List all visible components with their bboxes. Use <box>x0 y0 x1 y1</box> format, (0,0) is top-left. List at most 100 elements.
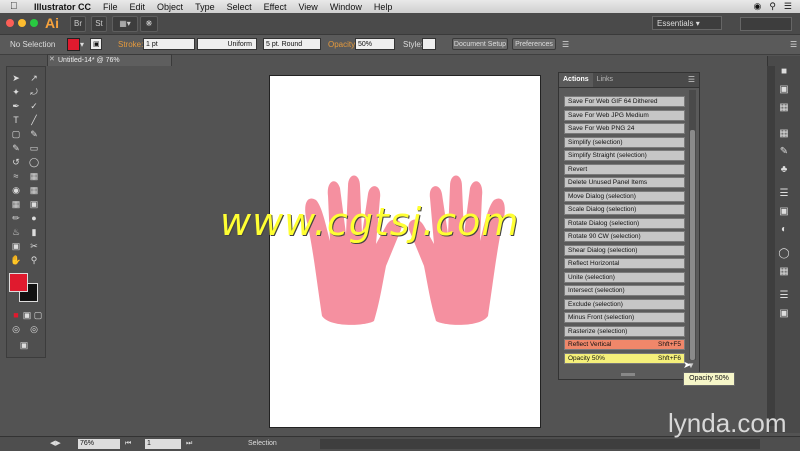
action-item[interactable]: Minus Front (selection) <box>564 312 685 323</box>
brush-definition-dropdown[interactable]: 5 pt. Round <box>263 38 321 50</box>
action-item[interactable]: Unite (selection) <box>564 271 685 283</box>
color-panel-icon[interactable]: ■ <box>778 66 790 78</box>
layers-panel-icon[interactable]: ☰ <box>778 290 790 302</box>
control-bar-menu-icon[interactable]: ☰ <box>790 38 797 51</box>
bridge-button[interactable]: Br <box>70 16 86 32</box>
color-guide-icon[interactable]: ▣ <box>778 84 790 96</box>
action-item[interactable]: Scale Dialog (selection) <box>564 204 685 215</box>
tab-actions[interactable]: Actions <box>559 73 593 87</box>
magic-wand-tool-icon[interactable]: ✦ <box>9 86 23 98</box>
perspective-grid-tool-icon[interactable]: ▦ <box>27 184 41 196</box>
pen-tool-icon[interactable]: ✒ <box>9 100 23 112</box>
minimize-window-button[interactable] <box>18 19 26 27</box>
mesh-tool-icon[interactable]: ▦ <box>9 198 23 210</box>
eyedropper-tool-icon[interactable]: ✏ <box>9 212 23 224</box>
free-transform-tool-icon[interactable]: ▦ <box>27 170 41 182</box>
vertical-scrollbar[interactable] <box>767 66 775 426</box>
menu-object[interactable]: Object <box>157 2 183 12</box>
document-setup-button[interactable]: Document Setup <box>452 38 508 50</box>
graphic-style-swatch[interactable] <box>422 38 436 50</box>
shape-builder-tool-icon[interactable]: ◉ <box>9 184 23 196</box>
lasso-tool-icon[interactable]: ⤾ <box>27 86 41 98</box>
curvature-tool-icon[interactable]: ✓ <box>27 100 41 112</box>
stock-button[interactable]: St <box>91 16 107 32</box>
align-options-icon[interactable]: ☰ <box>562 38 569 51</box>
action-item[interactable]: Save For Web GIF 64 Dithered <box>564 96 685 107</box>
draw-normal-icon[interactable]: ◎ <box>9 323 23 335</box>
menu-file[interactable]: File <box>103 2 118 12</box>
artboard-tool-icon[interactable]: ▣ <box>9 240 23 252</box>
action-item[interactable]: Save For Web JPG Medium <box>564 109 685 121</box>
fill-dropdown-icon[interactable]: ▾ <box>80 38 84 51</box>
fill-color-swatch[interactable] <box>9 273 28 292</box>
action-item[interactable]: Simplify Straight (selection) <box>564 150 685 161</box>
action-item[interactable]: Save For Web PNG 24 <box>564 123 685 134</box>
width-tool-icon[interactable]: ≈ <box>9 170 23 182</box>
menu-view[interactable]: View <box>298 2 317 12</box>
artboards-panel-icon[interactable]: ▣ <box>778 308 790 320</box>
symbol-sprayer-tool-icon[interactable]: ♨ <box>9 226 23 238</box>
symbols-panel-icon[interactable]: ♣ <box>778 164 790 176</box>
document-tab[interactable]: Untitled-14* @ 76% (CMYK/Preview) <box>47 54 172 76</box>
spotlight-icon[interactable]: ⚲ <box>769 1 776 12</box>
actions-scroll-thumb[interactable] <box>690 130 695 360</box>
column-graph-tool-icon[interactable]: ▮ <box>27 226 41 238</box>
direct-selection-tool-icon[interactable]: ↗ <box>27 72 41 84</box>
brushes-panel-icon[interactable]: ✎ <box>778 146 790 158</box>
line-tool-icon[interactable]: ╱ <box>27 114 41 126</box>
panel-resize-handle[interactable] <box>621 373 635 376</box>
menu-app-name[interactable]: Illustrator CC <box>34 2 91 12</box>
fill-swatch[interactable] <box>67 38 80 51</box>
first-artboard-icon[interactable]: ⏮ <box>125 439 131 449</box>
apple-icon[interactable]:  <box>10 1 22 12</box>
hand-tool-icon[interactable]: ✋ <box>9 254 23 266</box>
action-item[interactable]: Revert <box>564 163 685 175</box>
artboard[interactable] <box>269 75 541 428</box>
search-stock-field[interactable] <box>740 17 792 31</box>
blend-tool-icon[interactable]: ● <box>27 212 41 224</box>
action-item[interactable]: Delete Unused Panel Items <box>564 177 685 188</box>
transparency-panel-icon[interactable]: ◐ <box>778 224 790 236</box>
opacity-field[interactable]: 50% <box>355 38 395 50</box>
arrange-documents-button[interactable]: ▦▾ <box>112 16 138 32</box>
action-item[interactable]: Reflect Horizontal <box>564 258 685 269</box>
tab-links[interactable]: Links <box>593 73 617 87</box>
menu-help[interactable]: Help <box>374 2 393 12</box>
wifi-icon[interactable]: ◉ <box>753 1 761 12</box>
horizontal-scrollbar[interactable] <box>320 439 760 449</box>
selection-tool-icon[interactable]: ➤ <box>9 72 23 84</box>
action-item[interactable]: Shear Dialog (selection) <box>564 244 685 256</box>
gradient-panel-icon[interactable]: ▣ <box>778 206 790 218</box>
zoom-tool-icon[interactable]: ⚲ <box>27 254 41 266</box>
action-item[interactable]: Move Dialog (selection) <box>564 190 685 202</box>
none-mode-icon[interactable]: ▢ <box>31 309 45 321</box>
slice-tool-icon[interactable]: ✂ <box>27 240 41 252</box>
graphic-styles-icon[interactable]: ▦ <box>778 266 790 278</box>
paintbrush-tool-icon[interactable]: ✎ <box>27 128 41 140</box>
action-item[interactable]: Exclude (selection) <box>564 298 685 310</box>
menu-edit[interactable]: Edit <box>130 2 146 12</box>
action-item[interactable]: Opacity 50% Shft+F6 <box>564 352 685 364</box>
stroke-style-dropdown[interactable]: Uniform <box>197 38 257 50</box>
action-item[interactable]: Intersect (selection) <box>564 285 685 296</box>
rotate-tool-icon[interactable]: ↺ <box>9 156 23 168</box>
menu-effect[interactable]: Effect <box>264 2 287 12</box>
cc-libraries-icon[interactable]: ▦ <box>778 102 790 114</box>
zoom-window-button[interactable] <box>30 19 38 27</box>
draw-behind-icon[interactable]: ◎ <box>27 323 41 335</box>
stroke-weight-field[interactable]: 1 pt <box>143 38 195 50</box>
gradient-tool-icon[interactable]: ▣ <box>27 198 41 210</box>
shaper-tool-icon[interactable]: ✎ <box>9 142 23 154</box>
action-item[interactable]: Rasterize (selection) <box>564 325 685 337</box>
panel-menu-icon[interactable]: ☰ <box>688 73 695 87</box>
rectangle-tool-icon[interactable]: ▢ <box>9 128 23 140</box>
close-window-button[interactable] <box>6 19 14 27</box>
stroke-label[interactable]: Stroke: <box>118 38 143 51</box>
appearance-panel-icon[interactable]: ◯ <box>778 248 790 260</box>
type-tool-icon[interactable]: T <box>9 114 23 126</box>
artboard-navigation-field[interactable]: 1 <box>145 439 181 449</box>
menu-select[interactable]: Select <box>227 2 252 12</box>
eraser-tool-icon[interactable]: ▭ <box>27 142 41 154</box>
action-item[interactable]: Rotate 90 CW (selection) <box>564 231 685 242</box>
last-artboard-icon[interactable]: ⏭ <box>186 439 192 449</box>
